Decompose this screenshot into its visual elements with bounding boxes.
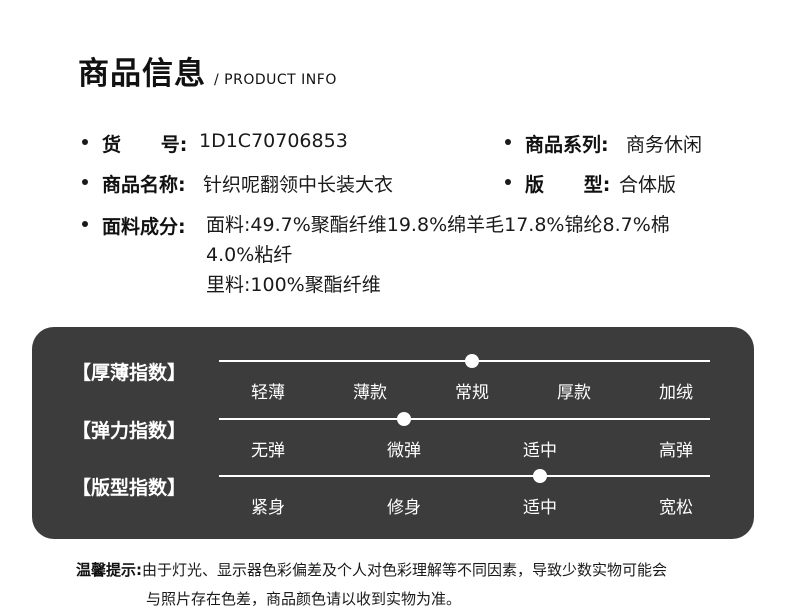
index-label-thickness: 【厚薄指数】 [72,362,187,384]
info-value-fabric: 面料:49.7%聚酯纤维19.8%绵羊毛17.8%锦纶8.7%棉 4.0%粘纤 … [206,210,670,300]
index-scale-line [219,475,710,477]
index-option: 无弹 [251,441,285,461]
page-title-row: 商品信息 / PRODUCT INFO [78,48,337,93]
index-option: 修身 [387,498,421,518]
info-label-name: 商品名称: [102,174,186,196]
index-scale-line [219,418,710,420]
index-label-fit: 【版型指数】 [72,477,187,499]
fabric-line: 里料:100%聚酯纤维 [206,274,381,296]
info-value-name: 针织呢翻领中长装大衣 [203,174,394,196]
info-label-code: 货 号: [102,134,188,156]
index-scale-marker [465,354,479,368]
fabric-line: 4.0%粘纤 [206,244,293,266]
index-option: 适中 [523,441,557,461]
index-option: 常规 [455,383,489,403]
info-value-series: 商务休闲 [626,134,703,156]
bullet-dot-icon [505,179,511,185]
index-label-elasticity: 【弹力指数】 [72,420,187,442]
disclaimer-label: 温馨提示: [76,561,142,579]
index-option: 厚款 [557,383,591,403]
info-value-fit: 合体版 [619,174,677,196]
index-option: 薄款 [353,383,387,403]
bullet-dot-icon [82,179,88,185]
info-label-fit: 版 型: [525,174,611,196]
fabric-line: 面料:49.7%聚酯纤维19.8%绵羊毛17.8%锦纶8.7%棉 [206,214,670,236]
index-option: 宽松 [659,498,693,518]
page-subtitle: / PRODUCT INFO [214,72,337,88]
index-option: 高弹 [659,441,693,461]
info-value-code: 1D1C70706853 [199,130,348,152]
bullet-dot-icon [505,139,511,145]
index-option: 轻薄 [251,383,285,403]
index-option: 适中 [523,498,557,518]
index-panel: 【厚薄指数】 轻薄 薄款 常规 厚款 加绒 【弹力指数】 无弹 微弹 适中 高弹 【版型指数】… [32,327,754,539]
index-scale-marker [533,469,547,483]
page-title: 商品信息 [78,56,206,92]
index-option: 紧身 [251,498,285,518]
disclaimer-note: 温馨提示:由于灯光、显示器色彩偏差及个人对色彩理解等不同因素，导致少数实物可能会… [76,556,756,614]
disclaimer-text-line2: 与照片存在色差，商品颜色请以收到实物为准。 [146,590,462,608]
index-scale-marker [397,412,411,426]
index-option: 加绒 [659,383,693,403]
index-option: 微弹 [387,441,421,461]
info-label-fabric: 面料成分: [102,216,186,238]
bullet-dot-icon [82,139,88,145]
bullet-dot-icon [82,221,88,227]
disclaimer-text: 由于灯光、显示器色彩偏差及个人对色彩理解等不同因素，导致少数实物可能会 [142,561,668,579]
info-label-series: 商品系列: [525,134,609,156]
